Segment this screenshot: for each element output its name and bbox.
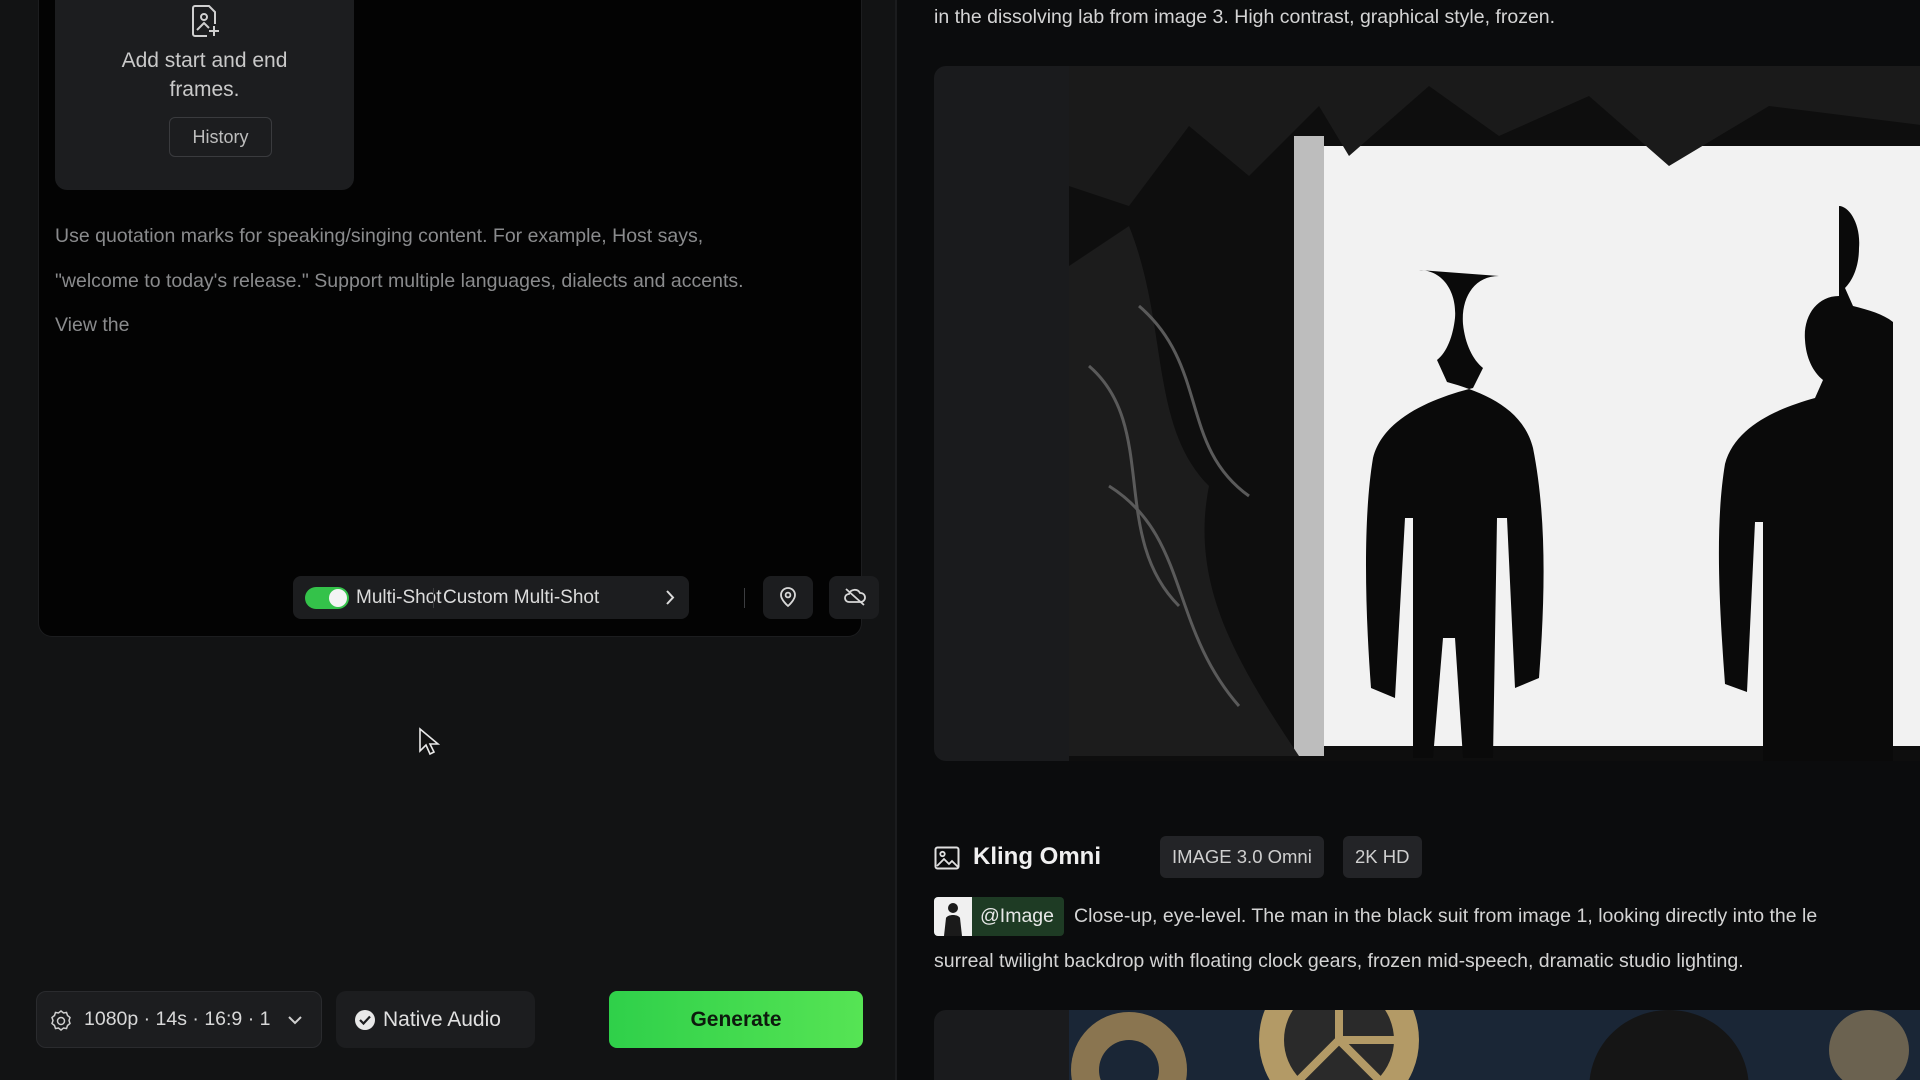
history-button[interactable]: History (169, 117, 272, 157)
resolution-tag: 2K HD (1343, 836, 1422, 878)
mouse-cursor-icon (419, 727, 440, 756)
reference-label: @Image (980, 905, 1054, 927)
native-audio-toggle[interactable]: Native Audio (336, 991, 535, 1048)
generated-image[interactable] (934, 66, 1920, 761)
settings-gear-icon (51, 1010, 71, 1031)
model-name: Kling Omni (973, 843, 1101, 870)
generation-prompt: @Image Close-up, eye-level. The man in t… (934, 894, 1920, 984)
native-audio-label: Native Audio (383, 1008, 501, 1031)
hint-line: "welcome to today's release." Support mu… (55, 269, 744, 292)
cloud-off-icon (844, 588, 866, 606)
model-version-tag: IMAGE 3.0 Omni (1160, 836, 1324, 878)
cloud-off-button[interactable] (829, 576, 879, 619)
person-thumbnail-icon (944, 903, 962, 936)
add-frame-icon (192, 5, 219, 37)
multishot-group: Multi-Shot Custom Multi-Shot (293, 576, 689, 619)
frames-upload-card[interactable]: Add start and end frames. History (55, 0, 354, 190)
hint-line: View the (55, 314, 130, 336)
toggle-knob (329, 589, 347, 607)
prompt-line: Close-up, eye-level. The man in the blac… (1074, 905, 1818, 927)
divider (433, 588, 434, 608)
custom-multishot-button[interactable]: Custom Multi-Shot (443, 576, 599, 619)
generated-image[interactable] (934, 1010, 1920, 1080)
chevron-down-icon (288, 1016, 302, 1025)
divider (744, 588, 745, 608)
prompt-line: surreal twilight backdrop with floating … (934, 950, 1744, 972)
clock-gears-image (1069, 1010, 1920, 1080)
check-circle-icon (355, 1010, 375, 1030)
app-root: Add start and end frames. History Use qu… (0, 0, 1920, 1080)
frames-card-text: Add start and end frames. (121, 49, 288, 101)
image-type-icon (934, 846, 960, 870)
multishot-toggle[interactable] (305, 587, 349, 609)
image-reference-chip[interactable]: @Image (934, 897, 1064, 936)
generate-button[interactable]: Generate (609, 991, 863, 1048)
location-pin-button[interactable] (763, 576, 813, 619)
prompt-editor[interactable]: Add start and end frames. History Use qu… (38, 0, 879, 637)
previous-prompt-text: in the dissolving lab from image 3. High… (934, 6, 1556, 28)
silhouette-image (1069, 66, 1920, 761)
left-panel: Add start and end frames. History Use qu… (0, 0, 895, 1080)
location-pin-icon (780, 587, 796, 608)
settings-summary: 1080p · 14s · 16:9 · 1 (84, 1008, 271, 1030)
prompt-placeholder[interactable]: Use quotation marks for speaking/singing… (55, 214, 855, 348)
multishot-label[interactable]: Multi-Shot (356, 576, 442, 619)
chevron-right-icon (666, 590, 675, 605)
reference-thumbnail (934, 897, 972, 936)
hint-line: Use quotation marks for speaking/singing… (55, 225, 704, 247)
results-feed: in the dissolving lab from image 3. High… (897, 0, 1920, 1080)
output-settings-dropdown[interactable]: 1080p · 14s · 16:9 · 1 (36, 991, 322, 1048)
